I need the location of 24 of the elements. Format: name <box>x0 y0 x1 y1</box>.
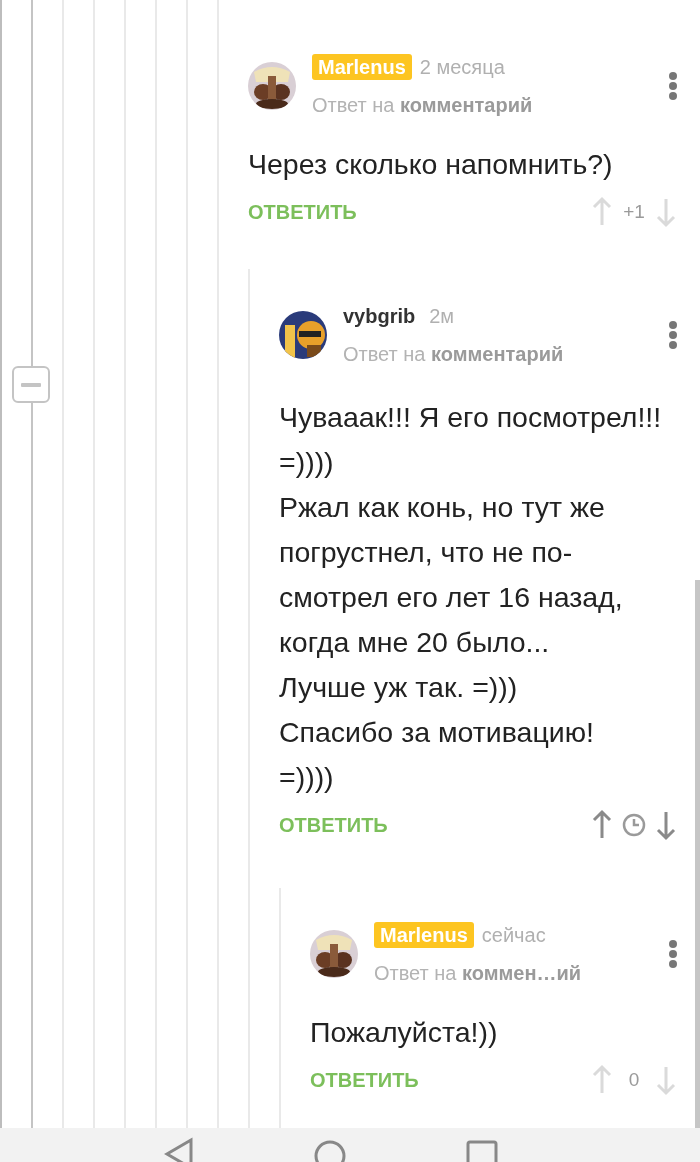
rating-score: 0 <box>627 1067 641 1092</box>
collapse-button[interactable] <box>12 366 50 403</box>
rating-score: +1 <box>622 199 646 224</box>
reply-button[interactable]: ОТВЕТИТЬ <box>279 810 388 840</box>
comment-text: Через сколько напомнить?) <box>248 147 614 182</box>
clock-icon <box>622 813 646 837</box>
scrollbar[interactable] <box>695 580 700 1128</box>
reply-to-text: Ответ на комментарий <box>312 93 534 118</box>
reply-to-text: Ответ на коммен…ий <box>374 961 583 986</box>
username[interactable]: Marlenus <box>312 54 412 80</box>
comment-time: сейчас <box>481 923 546 948</box>
comment-text: Чувааак!!! Я его посмотрел!!! =)))) Ржал как конь, но тут же погрустнел, что не по-смотрел его лет 16 назад, когда мне 20 было... Лучше уж так. =))) Спасибо за мотивацию! =)))) <box>279 400 663 795</box>
comment-time: 2 месяца <box>419 55 505 80</box>
kebab-menu-icon[interactable] <box>668 940 678 968</box>
kebab-menu-icon[interactable] <box>668 72 678 100</box>
username[interactable]: Marlenus <box>374 922 474 948</box>
kebab-menu-icon[interactable] <box>668 321 678 349</box>
reply-button[interactable]: ОТВЕТИТЬ <box>310 1065 419 1095</box>
reply-to-text: Ответ на комментарий <box>343 342 565 367</box>
comment-time: 2м <box>429 304 455 329</box>
reply-button[interactable]: ОТВЕТИТЬ <box>248 197 357 227</box>
username[interactable]: vybgrib <box>343 303 422 329</box>
comment-text: Пожалуйста!)) <box>310 1015 499 1050</box>
minus-icon <box>21 382 41 387</box>
